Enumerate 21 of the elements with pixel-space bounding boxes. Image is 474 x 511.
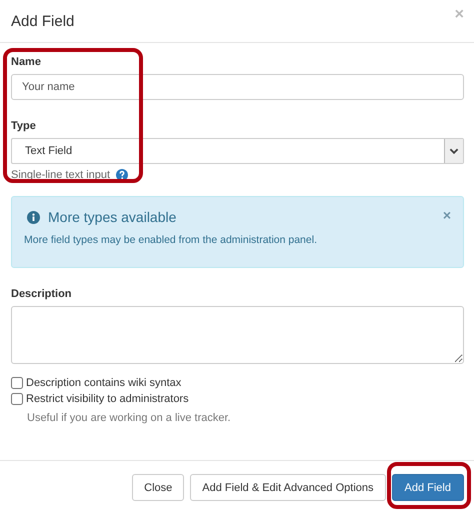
secondary-button[interactable]: Add Field & Edit Advanced Options <box>190 474 386 501</box>
alert-message: More field types may be enabled from the administration panel. <box>24 234 318 246</box>
primary-button[interactable]: Add Field <box>392 474 464 501</box>
name-field[interactable]: Your name <box>11 74 464 100</box>
field-label: Name <box>11 56 42 68</box>
hint-text: Useful if you are working on a live tracker. <box>26 412 232 424</box>
caret-icon <box>444 139 463 163</box>
type-dropdown[interactable]: Text Field <box>11 138 464 164</box>
field-label: Description <box>11 288 73 300</box>
alert-title: More types available <box>48 209 176 225</box>
help-text: Single-line text input <box>11 169 110 181</box>
help-icon[interactable] <box>116 169 128 181</box>
checkbox-label: Restrict visibility to administrators <box>26 393 189 405</box>
field-label: Type <box>11 120 37 132</box>
info-icon <box>27 210 40 224</box>
dialog-title: Add Field <box>11 12 74 30</box>
checkbox[interactable] <box>11 393 23 405</box>
checkbox[interactable] <box>11 377 23 389</box>
description-field[interactable] <box>11 306 464 364</box>
checkbox-label: Description contains wiki syntax <box>26 377 182 389</box>
secondary-button[interactable]: Close <box>132 474 184 501</box>
